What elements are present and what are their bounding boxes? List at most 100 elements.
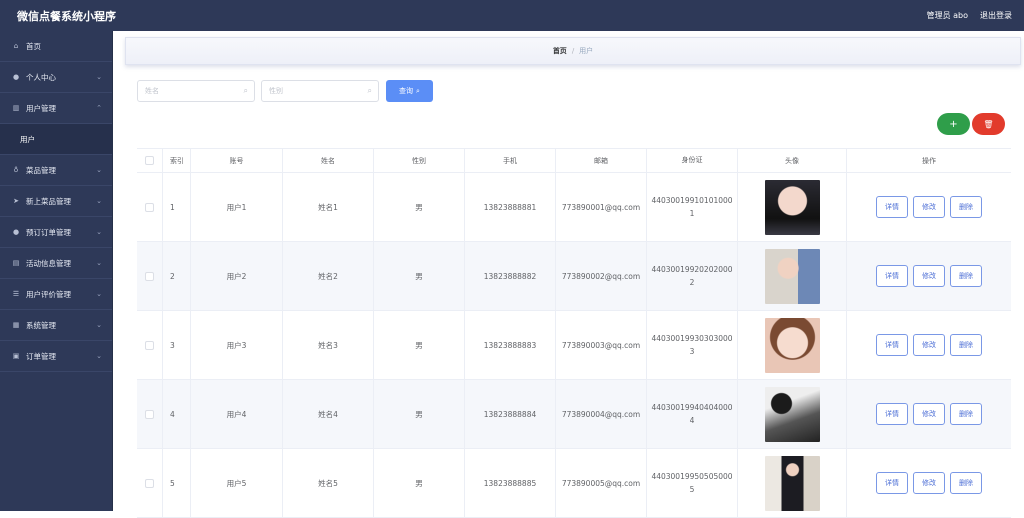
- avatar: [764, 317, 820, 373]
- row-operations: 详情 修改 删除: [847, 173, 1011, 241]
- sidebar-item-order[interactable]: ▣ 订单管理 ⌄: [0, 341, 112, 372]
- sidebar-item-label: 用户管理: [26, 103, 56, 113]
- header-phone: 手机: [465, 149, 556, 172]
- header-account: 账号: [191, 149, 283, 172]
- row-account: 用户4: [191, 380, 283, 448]
- table-row: 2 用户2 姓名2 男 13823888882 773890002@qq.com…: [137, 242, 1011, 311]
- row-idcard: 440300199101010001: [647, 173, 738, 241]
- row-index: 2: [163, 242, 191, 310]
- row-operations: 详情 修改 删除: [847, 311, 1011, 379]
- query-button-label: 查询: [399, 87, 414, 95]
- select-all-cell: [137, 149, 163, 172]
- row-checkbox[interactable]: [145, 478, 154, 488]
- sidebar-item-system[interactable]: ▦ 系统管理 ⌄: [0, 310, 112, 341]
- avatar: [764, 455, 820, 511]
- detail-button[interactable]: 详情: [876, 472, 908, 494]
- sex-search-input[interactable]: 性别 ⌕: [261, 80, 379, 102]
- detail-button[interactable]: 详情: [876, 196, 908, 218]
- row-check-cell: [137, 173, 163, 241]
- row-phone: 13823888883: [465, 311, 556, 379]
- chevron-down-icon: ⌄: [96, 290, 102, 298]
- sidebar-item-label: 活动信息管理: [26, 258, 71, 268]
- detail-button[interactable]: 详情: [876, 265, 908, 287]
- logout-link[interactable]: 退出登录: [980, 10, 1012, 21]
- row-check-cell: [137, 311, 163, 379]
- chevron-down-icon: ⌄: [96, 352, 102, 360]
- row-email: 773890001@qq.com: [556, 173, 647, 241]
- row-index: 3: [163, 311, 191, 379]
- add-button[interactable]: +: [937, 113, 970, 135]
- row-idcard: 440300199202020002: [647, 242, 738, 310]
- sidebar-item-activity[interactable]: ▤ 活动信息管理 ⌄: [0, 248, 112, 279]
- row-checkbox[interactable]: [145, 202, 154, 212]
- edit-button[interactable]: 修改: [913, 196, 945, 218]
- search-icon: ⌕: [416, 86, 420, 95]
- row-checkbox[interactable]: [145, 271, 154, 281]
- sidebar-subitem-user[interactable]: 用户: [0, 124, 112, 155]
- edit-button[interactable]: 修改: [913, 403, 945, 425]
- table-row: 4 用户4 姓名4 男 13823888884 773890004@qq.com…: [137, 380, 1011, 449]
- sidebar: ⌂ 首页 ● 个人中心 ⌄ ▥ 用户管理 ⌃ 用户 ♁ 菜品管理 ⌄ ➤ 新上菜…: [0, 31, 113, 511]
- row-sex: 男: [374, 380, 465, 448]
- breadcrumb-home[interactable]: 首页: [553, 46, 567, 56]
- batch-delete-button[interactable]: 🗑: [972, 113, 1005, 135]
- row-phone: 13823888881: [465, 173, 556, 241]
- sidebar-item-review[interactable]: ☰ 用户评价管理 ⌄: [0, 279, 112, 310]
- user-icon: ●: [12, 228, 20, 236]
- doc-icon: ▣: [12, 352, 20, 360]
- delete-button[interactable]: 删除: [950, 334, 982, 356]
- send-icon: ➤: [13, 197, 19, 205]
- sidebar-item-profile[interactable]: ● 个人中心 ⌄: [0, 62, 112, 93]
- delete-button[interactable]: 删除: [950, 265, 982, 287]
- row-avatar-cell: [738, 449, 847, 517]
- delete-button[interactable]: 删除: [950, 403, 982, 425]
- select-all-checkbox[interactable]: [145, 156, 154, 165]
- row-idcard: 440300199303030003: [647, 311, 738, 379]
- sidebar-item-label: 系统管理: [26, 320, 56, 330]
- sidebar-item-new-dish[interactable]: ➤ 新上菜品管理 ⌄: [0, 186, 112, 217]
- app-title: 微信点餐系统小程序: [17, 9, 116, 23]
- query-button[interactable]: 查询 ⌕: [386, 80, 433, 102]
- edit-button[interactable]: 修改: [913, 265, 945, 287]
- main-content: 首页 / 用户 姓名 ⌕ 性别 ⌕ 查询 ⌕ + 🗑 索引 账号 姓名 性别 手…: [113, 31, 1024, 518]
- chevron-down-icon: ⌄: [96, 228, 102, 236]
- sidebar-item-label: 首页: [26, 41, 41, 51]
- chart-icon: ▥: [12, 104, 20, 112]
- row-avatar-cell: [738, 242, 847, 310]
- row-sex: 男: [374, 449, 465, 517]
- row-avatar-cell: [738, 380, 847, 448]
- edit-button[interactable]: 修改: [913, 334, 945, 356]
- delete-button[interactable]: 删除: [950, 472, 982, 494]
- row-email: 773890005@qq.com: [556, 449, 647, 517]
- row-checkbox[interactable]: [145, 409, 154, 419]
- name-search-placeholder: 姓名: [145, 87, 159, 95]
- sidebar-item-label: 菜品管理: [26, 165, 56, 175]
- sidebar-item-label: 用户评价管理: [26, 289, 71, 299]
- sidebar-item-home[interactable]: ⌂ 首页: [0, 31, 112, 62]
- header-name: 姓名: [283, 149, 374, 172]
- header-index: 索引: [163, 149, 191, 172]
- row-checkbox[interactable]: [145, 340, 154, 350]
- detail-button[interactable]: 详情: [876, 334, 908, 356]
- sidebar-item-reservation[interactable]: ● 预订订单管理 ⌄: [0, 217, 112, 248]
- edit-button[interactable]: 修改: [913, 472, 945, 494]
- row-name: 姓名2: [283, 242, 374, 310]
- row-phone: 13823888884: [465, 380, 556, 448]
- detail-button[interactable]: 详情: [876, 403, 908, 425]
- sidebar-item-dish[interactable]: ♁ 菜品管理 ⌄: [0, 155, 112, 186]
- chevron-down-icon: ⌄: [96, 166, 102, 174]
- row-sex: 男: [374, 311, 465, 379]
- sidebar-item-user-management[interactable]: ▥ 用户管理 ⌃: [0, 93, 112, 124]
- row-account: 用户2: [191, 242, 283, 310]
- name-search-input[interactable]: 姓名 ⌕: [137, 80, 255, 102]
- top-bar: 微信点餐系统小程序 管理员 abo 退出登录: [0, 0, 1024, 31]
- row-account: 用户1: [191, 173, 283, 241]
- delete-button[interactable]: 删除: [950, 196, 982, 218]
- row-check-cell: [137, 449, 163, 517]
- sidebar-item-label: 预订订单管理: [26, 227, 71, 237]
- row-index: 1: [163, 173, 191, 241]
- search-row: 姓名 ⌕ 性别 ⌕ 查询 ⌕: [137, 80, 433, 102]
- header-avatar: 头像: [738, 149, 847, 172]
- breadcrumb-separator: /: [571, 47, 575, 55]
- row-check-cell: [137, 380, 163, 448]
